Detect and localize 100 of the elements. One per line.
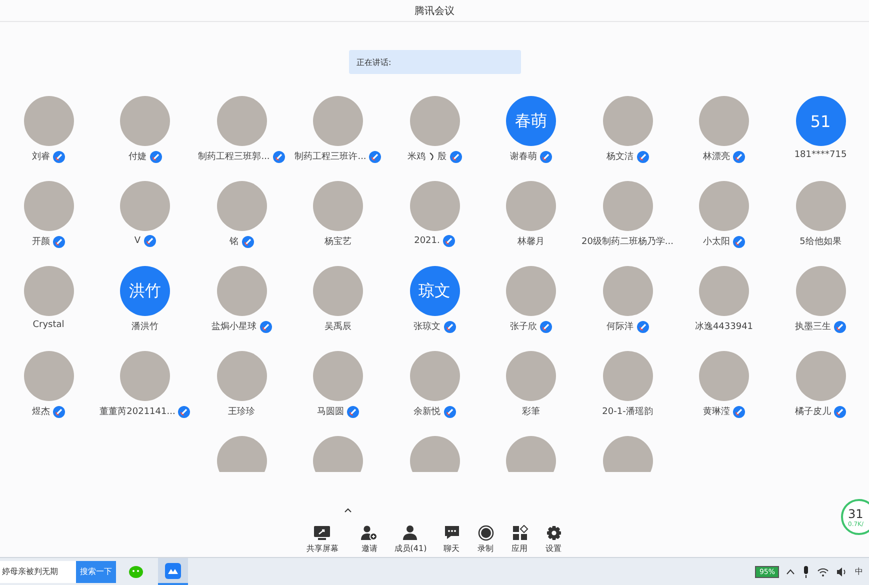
avatar-photo-placeholder <box>216 181 266 231</box>
participant-name: 制药工程三班郭... <box>198 150 270 163</box>
avatar-photo-placeholder <box>602 96 652 146</box>
participant-name: 冰逸4433941 <box>694 320 754 333</box>
screen-share-icon <box>313 525 332 541</box>
avatar-photo-placeholder <box>24 266 74 316</box>
participant-name: 黄琳滢 <box>703 406 730 418</box>
speaker-icon[interactable] <box>836 566 848 576</box>
avatar-photo-placeholder <box>602 436 652 472</box>
participant-name: 5给他如果 <box>800 236 842 248</box>
share-button[interactable]: 共享屏幕 <box>304 525 340 554</box>
participant-name: 王珍珍 <box>228 406 255 418</box>
wifi-icon[interactable] <box>817 566 829 576</box>
hook-mark-icon <box>428 152 434 161</box>
avatar-photo-placeholder <box>216 96 266 146</box>
avatar-photo-placeholder <box>506 181 556 231</box>
avatar-photo-placeholder <box>796 181 846 231</box>
participant-name: 余新悦 <box>414 406 440 418</box>
participant-name: 2021. <box>414 236 440 246</box>
avatar-photo-placeholder <box>120 96 170 146</box>
participant-name: 181****715 <box>794 150 847 160</box>
caret-icon[interactable] <box>344 507 352 513</box>
avatar-initials: 洪竹 <box>120 266 170 316</box>
participant-name: 制药工程三班许... <box>294 150 366 163</box>
participant-name: 20级制药二班杨乃学... <box>581 236 674 248</box>
taskbar-app-tab[interactable] <box>158 558 188 585</box>
chat-icon <box>442 525 461 541</box>
participant-name: 付婕 <box>128 150 146 163</box>
participant-name: 20-1-潘瑶韵 <box>602 406 653 418</box>
avatar-photo-placeholder <box>796 351 846 401</box>
speaking-indicator: 正在讲话: <box>348 50 520 74</box>
participant-name: 煜杰 <box>32 406 50 418</box>
participant-name: 谢春萌 <box>510 150 537 163</box>
avatar-photo-placeholder <box>410 351 460 401</box>
participant-name: 吴禹辰 <box>324 320 352 333</box>
participant-name: V <box>134 236 141 246</box>
person-icon <box>401 525 420 541</box>
participant-name: 马圆圆 <box>317 406 344 418</box>
search-field[interactable]: 婷母亲被判无期 <box>0 560 76 582</box>
participant-name: 橘子皮儿 <box>795 406 831 418</box>
participant-name: 何际洋 <box>606 320 634 333</box>
avatar-photo-placeholder <box>602 181 652 231</box>
participant-name: 林馨月 <box>518 236 544 248</box>
participant-name: 开颜 <box>32 236 50 248</box>
settings-icon <box>544 525 563 541</box>
participant-name: 潘洪竹 <box>132 320 158 333</box>
avatar-photo-placeholder <box>120 181 170 231</box>
avatar-photo-placeholder <box>24 351 74 401</box>
participant-name: 张子欣 <box>510 320 537 333</box>
participant-name: 米鸡 <box>408 150 426 163</box>
avatar-photo-placeholder <box>506 266 556 316</box>
participant-name: 彩筆 <box>522 406 540 418</box>
avatar-initials: 51 <box>796 96 846 146</box>
participant-name: 杨宝艺 <box>324 236 352 248</box>
avatar-photo-placeholder <box>313 266 363 316</box>
avatar-photo-placeholder <box>24 181 74 231</box>
participant-name: Crystal <box>32 320 64 330</box>
record-icon <box>476 525 495 541</box>
caret-icon[interactable] <box>786 568 795 574</box>
microphone-icon[interactable] <box>802 566 810 578</box>
avatar-photo-placeholder <box>796 266 846 316</box>
avatar-photo-placeholder <box>602 351 652 401</box>
participant-name: 执墨三生 <box>795 320 831 333</box>
members-button[interactable]: 成员(41) <box>392 525 429 554</box>
avatar-photo-placeholder <box>699 181 749 231</box>
avatar-photo-placeholder <box>313 436 363 472</box>
settings-button[interactable]: 设置 <box>542 525 565 554</box>
avatar-photo-placeholder <box>602 266 652 316</box>
input-method-indicator[interactable]: 中 <box>855 566 863 577</box>
invite-button[interactable]: 邀请 <box>358 525 380 554</box>
avatar-photo-placeholder <box>313 351 363 401</box>
avatar-initials: 春萌 <box>506 96 556 146</box>
avatar-photo-placeholder <box>506 351 556 401</box>
participant-name: 张琼文 <box>414 320 440 333</box>
meeting-app-icon <box>165 562 181 578</box>
avatar-photo-placeholder <box>506 436 556 472</box>
avatar-photo-placeholder <box>24 96 74 146</box>
avatar-photo-placeholder <box>313 96 363 146</box>
participant-name: 铭 <box>230 236 238 248</box>
participant-name: 林漂亮 <box>703 150 730 163</box>
participant-name: 小太阳 <box>703 236 730 248</box>
window-title: 腾讯会议 <box>414 4 454 18</box>
avatar-photo-placeholder <box>699 266 749 316</box>
participant-name: 盐焗小星球 <box>212 320 256 333</box>
avatar-photo-placeholder <box>313 181 363 231</box>
avatar-photo-placeholder <box>216 351 266 401</box>
avatar-photo-placeholder <box>410 436 460 472</box>
participant-name: 杨文洁 <box>606 150 634 163</box>
apps-button[interactable]: 应用 <box>508 525 531 554</box>
participant-name: 刘睿 <box>32 150 50 163</box>
avatar-photo-placeholder <box>699 96 749 146</box>
avatar-photo-placeholder <box>699 351 749 401</box>
record-button[interactable]: 录制 <box>474 525 497 554</box>
avatar-photo-placeholder <box>120 351 170 401</box>
chat-button[interactable]: 聊天 <box>440 525 463 554</box>
apps-grid-icon <box>510 525 529 541</box>
avatar-photo-placeholder <box>216 436 266 472</box>
search-button[interactable]: 搜索一下 <box>76 560 116 582</box>
avatar-photo-placeholder <box>410 96 460 146</box>
avatar-initials: 琼文 <box>410 266 460 316</box>
